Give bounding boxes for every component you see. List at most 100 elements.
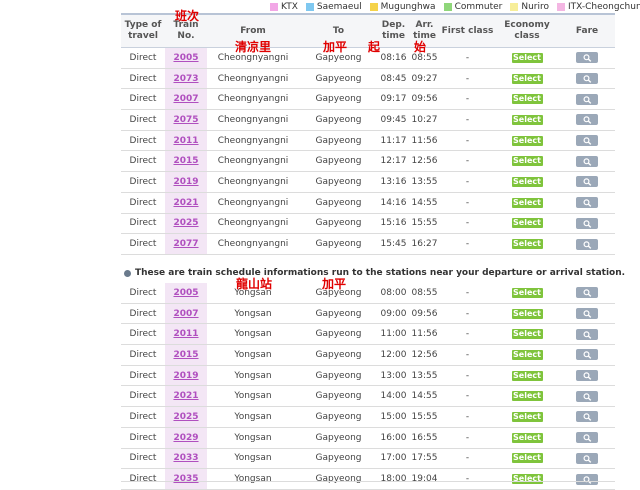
cell-arr: 09:56 [409,88,440,111]
train-no-link[interactable]: 2035 [173,474,198,484]
train-no-link[interactable]: 2015 [173,156,198,166]
cell-train-no: 2029 [165,427,207,449]
cell-economy-class: Select [495,233,559,255]
cell-from: Cheongnyangni [207,171,299,193]
cell-first-class: - [440,171,495,193]
economy-select-button[interactable]: Select [511,156,543,167]
magnifier-icon [583,96,592,104]
cell-economy-class: Select [495,68,559,90]
economy-select-button[interactable]: Select [511,329,543,340]
cell-first-class: - [440,365,495,387]
train-no-link[interactable]: 2015 [173,350,198,360]
train-no-link[interactable]: 2021 [173,198,198,208]
train-no-link[interactable]: 2073 [173,74,198,84]
economy-select-button[interactable]: Select [511,432,543,443]
fare-button[interactable] [576,93,598,105]
economy-select-button[interactable]: Select [511,197,543,208]
table-row: Direct 2029 Yongsan Gapyeong 16:00 16:55- Sele… [121,427,615,449]
train-no-link[interactable]: 2011 [173,329,198,339]
fare-button[interactable] [576,114,598,126]
cell-train-no: 2033 [165,448,207,470]
fare-button[interactable] [576,217,598,229]
table-row: Direct 2015 Yongsan Gapyeong 12:00 12:56- Sele… [121,344,615,366]
economy-select-button[interactable]: Select [511,370,543,381]
cell-type: Direct [121,130,165,152]
table-row: Direct 2021 Yongsan Gapyeong 14:00 14:55- Sele… [121,385,615,408]
legend-swatch [305,2,314,11]
cell-train-no: 2007 [165,303,207,325]
fare-button[interactable] [576,197,598,209]
cell-economy-class: Select [495,192,559,214]
table-row: Direct 2005 Yongsan Gapyeong 08:00 08:55- Sele… [121,283,615,304]
cell-economy-class: Select [495,88,559,111]
train-no-link[interactable]: 2025 [173,412,198,422]
cell-to: Gapyeong [299,68,378,90]
fare-button[interactable] [576,135,598,147]
train-no-link[interactable]: 2033 [173,453,198,463]
magnifier-icon [583,137,592,145]
fare-button[interactable] [576,390,598,402]
cell-arr: 13:55 [409,171,440,193]
col-type-of-travel: Type of travel [121,13,165,48]
cell-train-no: 2075 [165,109,207,131]
economy-select-button[interactable]: Select [511,176,543,187]
train-no-link[interactable]: 2011 [173,136,198,146]
cell-dep: 09:17 [378,88,409,111]
fare-button[interactable] [576,328,598,340]
magnifier-icon [583,199,592,208]
fare-button[interactable] [576,452,598,464]
train-no-link[interactable]: 2007 [173,309,198,319]
train-no-link[interactable]: 2005 [173,53,198,63]
economy-select-button[interactable]: Select [511,391,543,402]
fare-button[interactable] [576,473,598,485]
fare-button[interactable] [576,432,598,444]
fare-button[interactable] [576,176,598,188]
train-no-link[interactable]: 2005 [173,288,198,298]
fare-button[interactable] [576,370,598,382]
cell-from: Yongsan [207,323,299,346]
cell-dep: 17:00 [378,448,409,470]
economy-select-button[interactable]: Select [511,73,543,84]
train-no-link[interactable]: 2029 [173,433,198,443]
economy-select-button[interactable]: Select [511,135,543,146]
magnifier-icon [583,475,592,484]
cell-arr: 15:55 [409,213,440,235]
economy-select-button[interactable]: Select [511,411,543,422]
train-no-link[interactable]: 2007 [173,94,198,104]
cell-first-class: - [440,385,495,408]
fare-button[interactable] [576,349,598,361]
cell-dep: 12:17 [378,150,409,173]
economy-select-button[interactable]: Select [511,52,543,63]
train-no-link[interactable]: 2025 [173,218,198,228]
cell-first-class: - [440,88,495,111]
fare-button[interactable] [576,155,598,167]
economy-select-button[interactable]: Select [511,114,543,125]
cell-first-class: - [440,233,495,255]
economy-select-button[interactable]: Select [511,287,543,298]
train-no-link[interactable]: 2075 [173,115,198,125]
fare-button[interactable] [576,308,598,320]
economy-select-button[interactable]: Select [511,94,543,105]
economy-select-button[interactable]: Select [511,453,543,464]
train-no-link[interactable]: 2019 [173,371,198,381]
cell-type: Direct [121,283,165,304]
fare-button[interactable] [576,287,598,299]
cell-first-class: - [440,303,495,325]
train-no-link[interactable]: 2019 [173,177,198,187]
fare-button[interactable] [576,238,598,250]
magnifier-icon [583,178,592,187]
note-text: These are train schedule informations ru… [135,268,626,278]
fare-button[interactable] [576,73,598,85]
economy-select-button[interactable]: Select [511,218,543,229]
economy-select-button[interactable]: Select [511,349,543,360]
cell-fare [559,468,615,490]
economy-select-button[interactable]: Select [511,239,543,250]
cell-arr: 14:55 [409,385,440,408]
economy-select-button[interactable]: Select [511,474,543,485]
economy-select-button[interactable]: Select [511,308,543,319]
fare-button[interactable] [576,411,598,423]
train-no-link[interactable]: 2077 [173,239,198,249]
train-no-link[interactable]: 2021 [173,391,198,401]
cell-fare [559,385,615,408]
fare-button[interactable] [576,52,598,64]
